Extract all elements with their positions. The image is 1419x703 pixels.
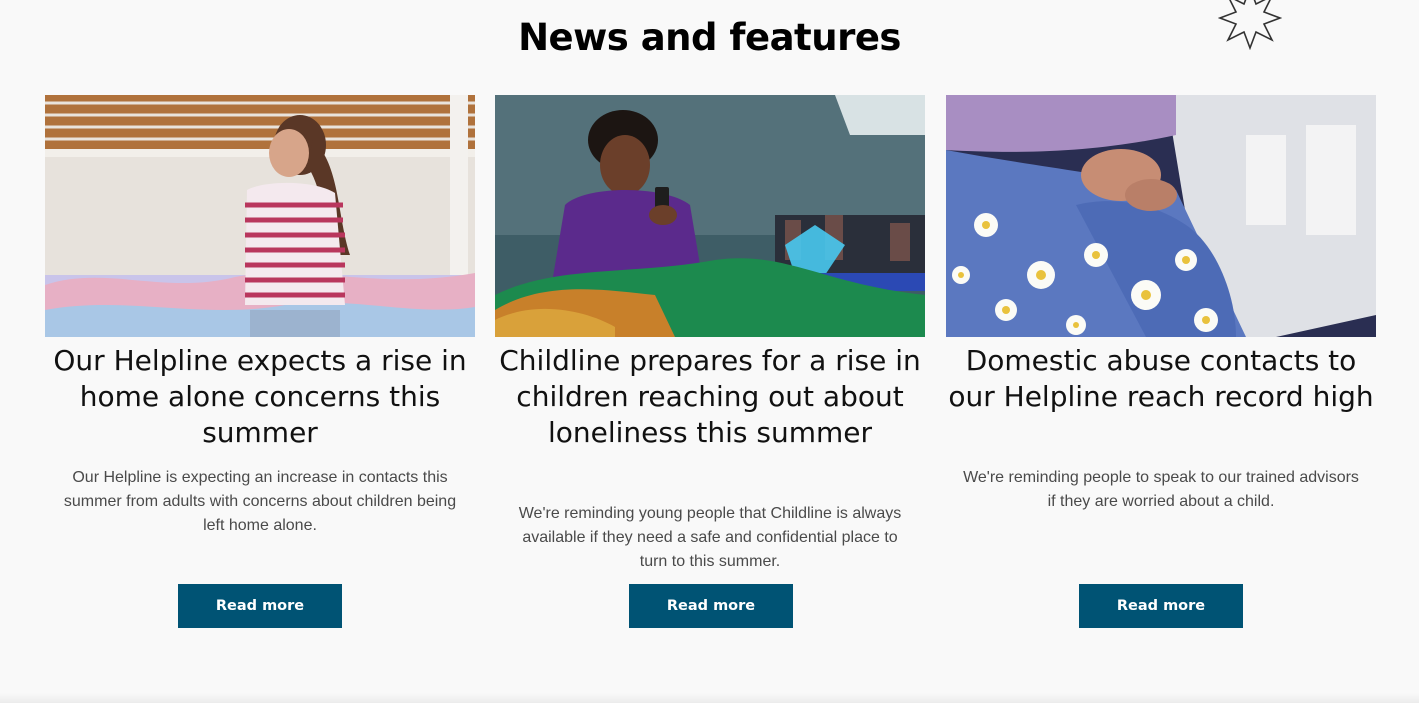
- news-card: Our Helpline expects a rise in home alon…: [45, 95, 475, 655]
- section-title: News and features: [518, 16, 901, 59]
- card-title[interactable]: Domestic abuse contacts to our Helpline …: [946, 343, 1376, 415]
- news-card: Childline prepares for a rise in childre…: [495, 95, 925, 655]
- card-image-hands-daisy-leggings[interactable]: [946, 95, 1376, 337]
- card-title[interactable]: Childline prepares for a rise in childre…: [495, 343, 925, 451]
- card-image-teen-phone[interactable]: [495, 95, 925, 337]
- card-description: Our Helpline is expecting an increase in…: [63, 469, 457, 534]
- card-description: We're reminding people to speak to our t…: [963, 469, 1359, 510]
- news-cards: Our Helpline expects a rise in home alon…: [45, 95, 1376, 655]
- star-outline-icon: [1218, 0, 1282, 50]
- card-image-girl-bunk-bed[interactable]: [45, 95, 475, 337]
- section-bottom-divider: [0, 693, 1419, 703]
- card-title[interactable]: Our Helpline expects a rise in home alon…: [45, 343, 475, 451]
- card-description: We're reminding young people that Childl…: [518, 505, 902, 570]
- read-more-button[interactable]: Read more: [1079, 584, 1243, 628]
- read-more-button[interactable]: Read more: [629, 584, 793, 628]
- news-card: Domestic abuse contacts to our Helpline …: [946, 95, 1376, 655]
- read-more-button[interactable]: Read more: [178, 584, 342, 628]
